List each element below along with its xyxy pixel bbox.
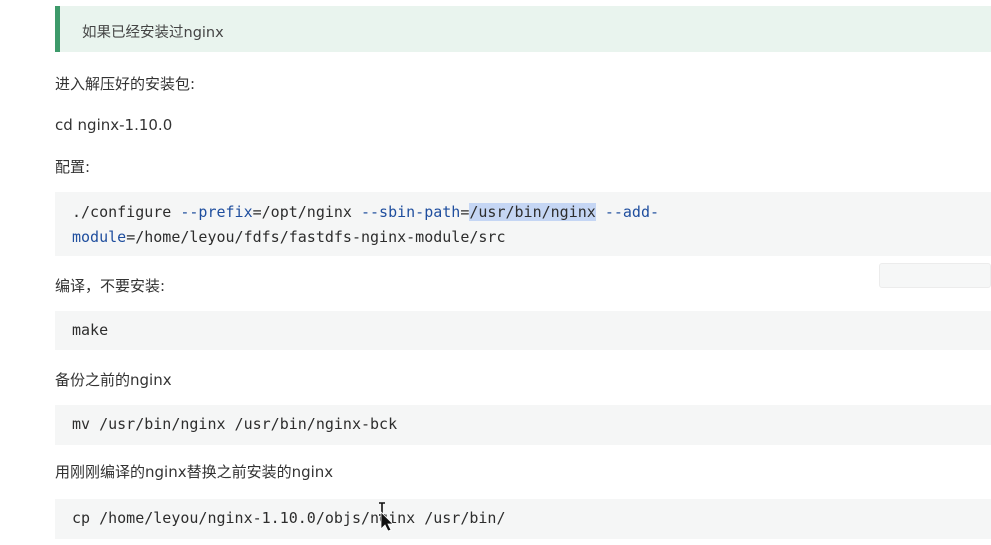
add-module-option: --add- [604,203,660,221]
step3-label: 编译，不要安装: [55,277,166,295]
code-text: cp /home/leyou/nginx-1.10.0/ [72,509,325,527]
make-command: make [72,321,109,339]
step2-label: 配置: [55,158,91,176]
tip-text: 如果已经安装过nginx [82,25,224,41]
replace-code-block[interactable]: cp /home/leyou/nginx-1.10.0/objs/nginx /… [55,499,991,539]
prefix-option: --prefix [180,203,253,221]
code-text: objs/nginx /usr/bin/ [324,509,506,527]
backup-code-block[interactable]: mv /usr/bin/nginx /usr/bin/nginx-bck [55,405,991,445]
make-code-block[interactable]: make [55,311,991,350]
copy-button[interactable] [879,263,991,288]
replace-command: cp /home/leyou/nginx-1.10.0/objs/nginx /… [72,509,506,527]
step5-label: 用刚刚编译的nginx替换之前安装的nginx [55,463,334,481]
tip-box: 如果已经安装过nginx [55,6,991,52]
configure-code-block[interactable]: ./configure --prefix=/opt/nginx --sbin-p… [55,192,991,256]
module-option: module [72,228,127,246]
code-text: =/home/leyou/fdfs/fastdfs-nginx-module/s… [126,228,506,246]
configure-code-line-2: module=/home/leyou/fdfs/fastdfs-nginx-mo… [72,228,505,246]
code-text: =/opt/nginx [252,203,361,221]
step1-command: cd nginx-1.10.0 [55,116,173,134]
code-text: ./configure [72,203,181,221]
sbin-path-option: --sbin-path [361,203,461,221]
configure-code-line-1: ./configure --prefix=/opt/nginx --sbin-p… [72,203,659,221]
text-cursor-arrow-icon [379,502,394,532]
step4-label: 备份之前的nginx [55,371,172,389]
step1-label: 进入解压好的安装包: [55,75,196,93]
backup-command: mv /usr/bin/nginx /usr/bin/nginx-bck [72,415,398,433]
selected-text: /usr/bin/nginx [469,203,596,221]
